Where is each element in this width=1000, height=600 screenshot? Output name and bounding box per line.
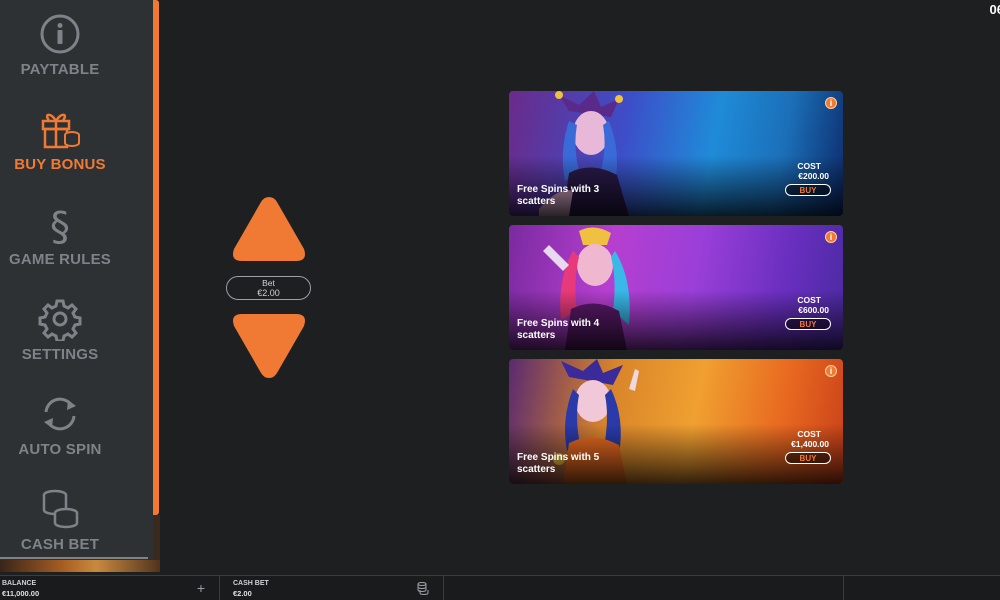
cost-value: €200.00 (798, 171, 829, 181)
balance-section: BALANCE €11,000.00 + (0, 576, 220, 600)
menu-item-auto-spin[interactable]: AUTO SPIN (0, 380, 120, 475)
cost-label: COST (797, 161, 821, 171)
menu-item-label: PAYTABLE (20, 61, 100, 78)
menu-item-label: CASH BET (20, 536, 100, 553)
bonus-title: Free Spins with 5 scatters (517, 452, 600, 475)
menu-item-label: BUY BONUS (14, 156, 106, 173)
add-funds-button[interactable]: + (197, 580, 205, 596)
sidebar-menu: PAYTABLE BUY BONUS § GAME RULES SETTINGS… (0, 0, 153, 572)
menu-item-label: AUTO SPIN (18, 441, 102, 458)
bet-label: Bet (262, 278, 275, 288)
info-icon (40, 14, 80, 54)
balance-value: €11,000.00 (2, 589, 40, 598)
menu-item-cash-bet[interactable]: CASH BET (0, 475, 120, 570)
buy-button[interactable]: BUY (785, 184, 831, 196)
buy-button[interactable]: BUY (785, 318, 831, 330)
cash-bet-section[interactable]: CASH BET €2.00 (231, 576, 444, 600)
reel-peek-strip (0, 560, 160, 572)
cost-value: €1,400.00 (791, 439, 829, 449)
refresh-arrows-icon (44, 397, 76, 431)
bonus-title: Free Spins with 3 scatters (517, 184, 600, 207)
section-sign-icon: § (50, 204, 70, 246)
bonus-card-3-scatters[interactable]: i Free Spins with 3 scatters COST €200.0… (509, 91, 843, 216)
svg-text:§: § (50, 204, 70, 246)
menu-item-buy-bonus[interactable]: BUY BONUS (0, 95, 120, 190)
clock: 06 (989, 2, 1000, 17)
bonus-card-4-scatters[interactable]: i Free Spins with 4 scatters COST €600.0… (509, 225, 843, 350)
menu-item-settings[interactable]: SETTINGS (0, 285, 120, 380)
gift-coins-icon (41, 113, 80, 149)
balance-label: BALANCE (2, 580, 37, 587)
sidebar-scrollbar[interactable] (153, 0, 159, 515)
cost-label: COST (797, 429, 821, 439)
info-icon[interactable]: i (825, 97, 837, 109)
bonus-card-5-scatters[interactable]: i Free Spins with 5 scatters COST €1,400… (509, 359, 843, 484)
bottom-bar-center (444, 576, 844, 600)
buy-button[interactable]: BUY (785, 452, 831, 464)
bet-display: Bet €2.00 (226, 276, 311, 300)
cost-label: COST (797, 295, 821, 305)
bet-decrease-button[interactable] (230, 310, 308, 382)
info-icon[interactable]: i (825, 365, 837, 377)
bottom-bar: BALANCE €11,000.00 + CASH BET €2.00 (0, 575, 1000, 600)
coin-stack-icon (42, 489, 79, 529)
gear-icon (38, 299, 82, 341)
bonus-title: Free Spins with 4 scatters (517, 318, 600, 341)
game-menu-screen: PAYTABLE BUY BONUS § GAME RULES SETTINGS… (0, 0, 1000, 600)
info-icon[interactable]: i (825, 231, 837, 243)
bet-increase-button[interactable] (230, 193, 308, 265)
cash-bet-value: €2.00 (233, 589, 252, 598)
cost-value: €600.00 (798, 305, 829, 315)
menu-item-label: SETTINGS (21, 346, 99, 363)
bet-value: €2.00 (257, 288, 280, 298)
menu-item-paytable[interactable]: PAYTABLE (0, 0, 120, 95)
menu-item-label: GAME RULES (8, 251, 111, 268)
cash-bet-label: CASH BET (233, 580, 269, 587)
sidebar-divider (0, 557, 148, 559)
menu-item-game-rules[interactable]: § GAME RULES (0, 190, 120, 285)
coin-stack-icon (417, 582, 429, 595)
